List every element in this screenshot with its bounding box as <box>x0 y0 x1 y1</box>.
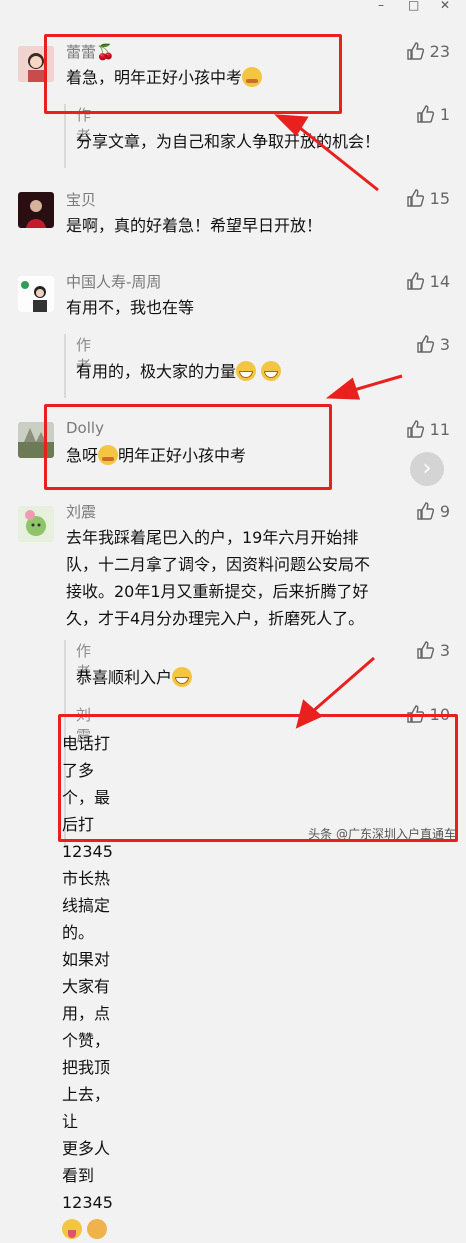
reply-line: 的。 <box>62 923 95 942</box>
arrow-head <box>295 699 323 729</box>
arrow-line <box>353 374 403 392</box>
reply-line-text: 更多人看到12345 <box>62 1139 113 1212</box>
reply-line: 更多人看到12345 <box>62 1135 113 1243</box>
dog-emoji-icon <box>87 1219 108 1239</box>
reply-line: 如果对大家有用，点个赞，把我顶上去，让 <box>62 950 111 1131</box>
arrow-line <box>311 656 375 714</box>
annotation-arrows <box>274 114 403 729</box>
arrow-head <box>325 377 361 400</box>
watermark: 头条 @广东深圳入户直通车 <box>308 827 456 841</box>
arrow-line <box>299 126 379 192</box>
tongue-emoji-icon <box>62 1219 82 1239</box>
